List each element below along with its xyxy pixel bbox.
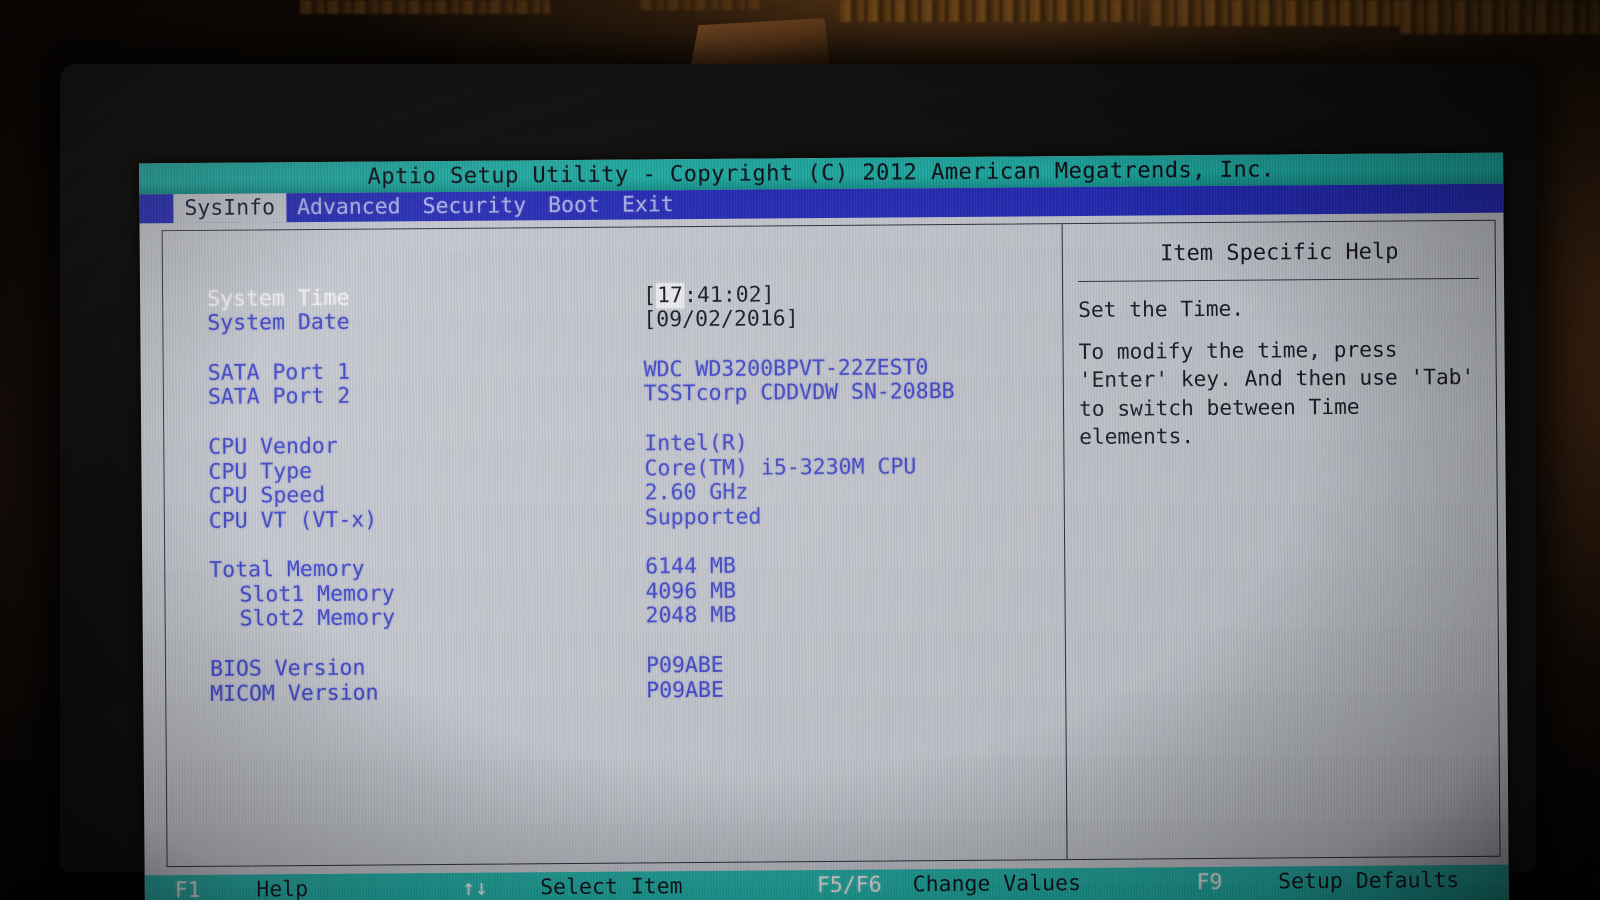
row-value: Core(TM) i5-3230M CPU bbox=[644, 453, 917, 481]
row-label: SATA Port 2 bbox=[207, 384, 351, 411]
help-title: Item Specific Help bbox=[1159, 239, 1399, 267]
row-value: WDC WD3200BPVT-22ZEST0 bbox=[643, 354, 929, 383]
shortcut-f1[interactable]: F1 bbox=[174, 877, 257, 900]
row-label: CPU VT (VT-x) bbox=[208, 507, 378, 534]
row-value: 6144 MB bbox=[645, 553, 736, 580]
shortcut-key: F9 bbox=[1196, 869, 1223, 895]
help-line-1: Set the Time. bbox=[1078, 295, 1245, 322]
background-window-light bbox=[840, 0, 1140, 22]
background-window-light bbox=[640, 0, 760, 10]
photograph-of-laptop: Aptio Setup Utility - Copyright (C) 2012… bbox=[0, 0, 1600, 900]
settings-pane: System Time [17:41:02] System Date [09/0… bbox=[162, 224, 1068, 867]
settings-list: System Time [17:41:02] System Date [09/0… bbox=[163, 280, 1065, 707]
row-label: Total Memory bbox=[209, 556, 365, 584]
row-label: MICOM Version bbox=[210, 680, 379, 707]
time-bracket-open: [ bbox=[643, 282, 657, 308]
shortcut-key: F5/F6 bbox=[816, 872, 882, 898]
time-rest: :41:02] bbox=[683, 281, 775, 308]
laptop-bezel: Aptio Setup Utility - Copyright (C) 2012… bbox=[60, 64, 1536, 900]
shortcut-f9[interactable]: F9 bbox=[1196, 869, 1278, 895]
shortcut-updown[interactable]: ↑↓ bbox=[462, 875, 540, 900]
time-hour-cursor[interactable]: 17 bbox=[655, 282, 685, 308]
row-value: Supported bbox=[644, 504, 762, 531]
row-label: Slot2 Memory bbox=[239, 605, 396, 633]
tab-security[interactable]: Security bbox=[411, 191, 537, 221]
row-label: System Date bbox=[207, 309, 350, 336]
row-value: 2.60 GHz bbox=[644, 479, 749, 506]
row-label: SATA Port 1 bbox=[207, 359, 351, 386]
help-line-2: To modify the time, press 'Enter' key. A… bbox=[1078, 336, 1488, 449]
row-value: Intel(R) bbox=[644, 430, 748, 457]
row-label: CPU Vendor bbox=[208, 433, 338, 460]
tab-boot[interactable]: Boot bbox=[537, 191, 611, 221]
row-label: System Time bbox=[207, 285, 350, 312]
row-label: CPU Type bbox=[208, 458, 313, 485]
bios-screen: Aptio Setup Utility - Copyright (C) 2012… bbox=[139, 152, 1509, 900]
row-value[interactable]: [17:41:02] bbox=[643, 281, 775, 308]
background-window-light bbox=[1400, 0, 1600, 34]
shortcut-desc: Setup Defaults bbox=[1278, 867, 1460, 895]
shortcut-key: F1 bbox=[174, 877, 201, 900]
row-value: P09ABE bbox=[645, 652, 724, 679]
shortcut-desc: Select Item bbox=[540, 873, 683, 900]
shortcut-f9-desc: Setup Defaults bbox=[1278, 867, 1509, 895]
tab-exit[interactable]: Exit bbox=[611, 190, 685, 220]
row-label: CPU Speed bbox=[208, 483, 326, 509]
background-object bbox=[690, 18, 830, 70]
tab-sysinfo[interactable]: SysInfo bbox=[173, 193, 287, 224]
tab-advanced[interactable]: Advanced bbox=[286, 192, 412, 222]
arrow-up-down-icon: ↑↓ bbox=[462, 875, 489, 900]
shortcut-desc: Help bbox=[256, 876, 309, 900]
row-label: BIOS Version bbox=[209, 655, 366, 682]
row-value: TSSTcorp CDDVDW SN-208BB bbox=[643, 379, 955, 407]
row-value: 4096 MB bbox=[645, 578, 737, 605]
content-panel: System Time [17:41:02] System Date [09/0… bbox=[161, 219, 1501, 868]
shortcut-desc: Change Values bbox=[912, 870, 1082, 898]
row-value[interactable]: [09/02/2016] bbox=[643, 306, 799, 332]
row-value: P09ABE bbox=[646, 677, 724, 704]
bios-body: System Time [17:41:02] System Date [09/0… bbox=[140, 213, 1509, 876]
shortcut-f5f6[interactable]: F5/F6 bbox=[816, 872, 913, 898]
help-blank-line bbox=[1078, 321, 1483, 338]
shortcut-updown-desc: Select Item bbox=[540, 873, 817, 900]
background-window-light bbox=[300, 0, 550, 14]
shortcut-f1-desc: Help bbox=[256, 876, 462, 900]
titlebar-text: Aptio Setup Utility - Copyright (C) 2012… bbox=[367, 156, 1275, 190]
item-specific-help-pane: Item Specific Help Set the Time. To modif… bbox=[1063, 221, 1500, 859]
row-value: 2048 MB bbox=[645, 603, 737, 629]
row-label: Slot1 Memory bbox=[239, 581, 395, 608]
shortcut-f5f6-desc: Change Values bbox=[912, 870, 1197, 898]
background-window-light bbox=[1150, 0, 1400, 26]
help-text: Set the Time. To modify the time, press '… bbox=[1074, 279, 1486, 451]
